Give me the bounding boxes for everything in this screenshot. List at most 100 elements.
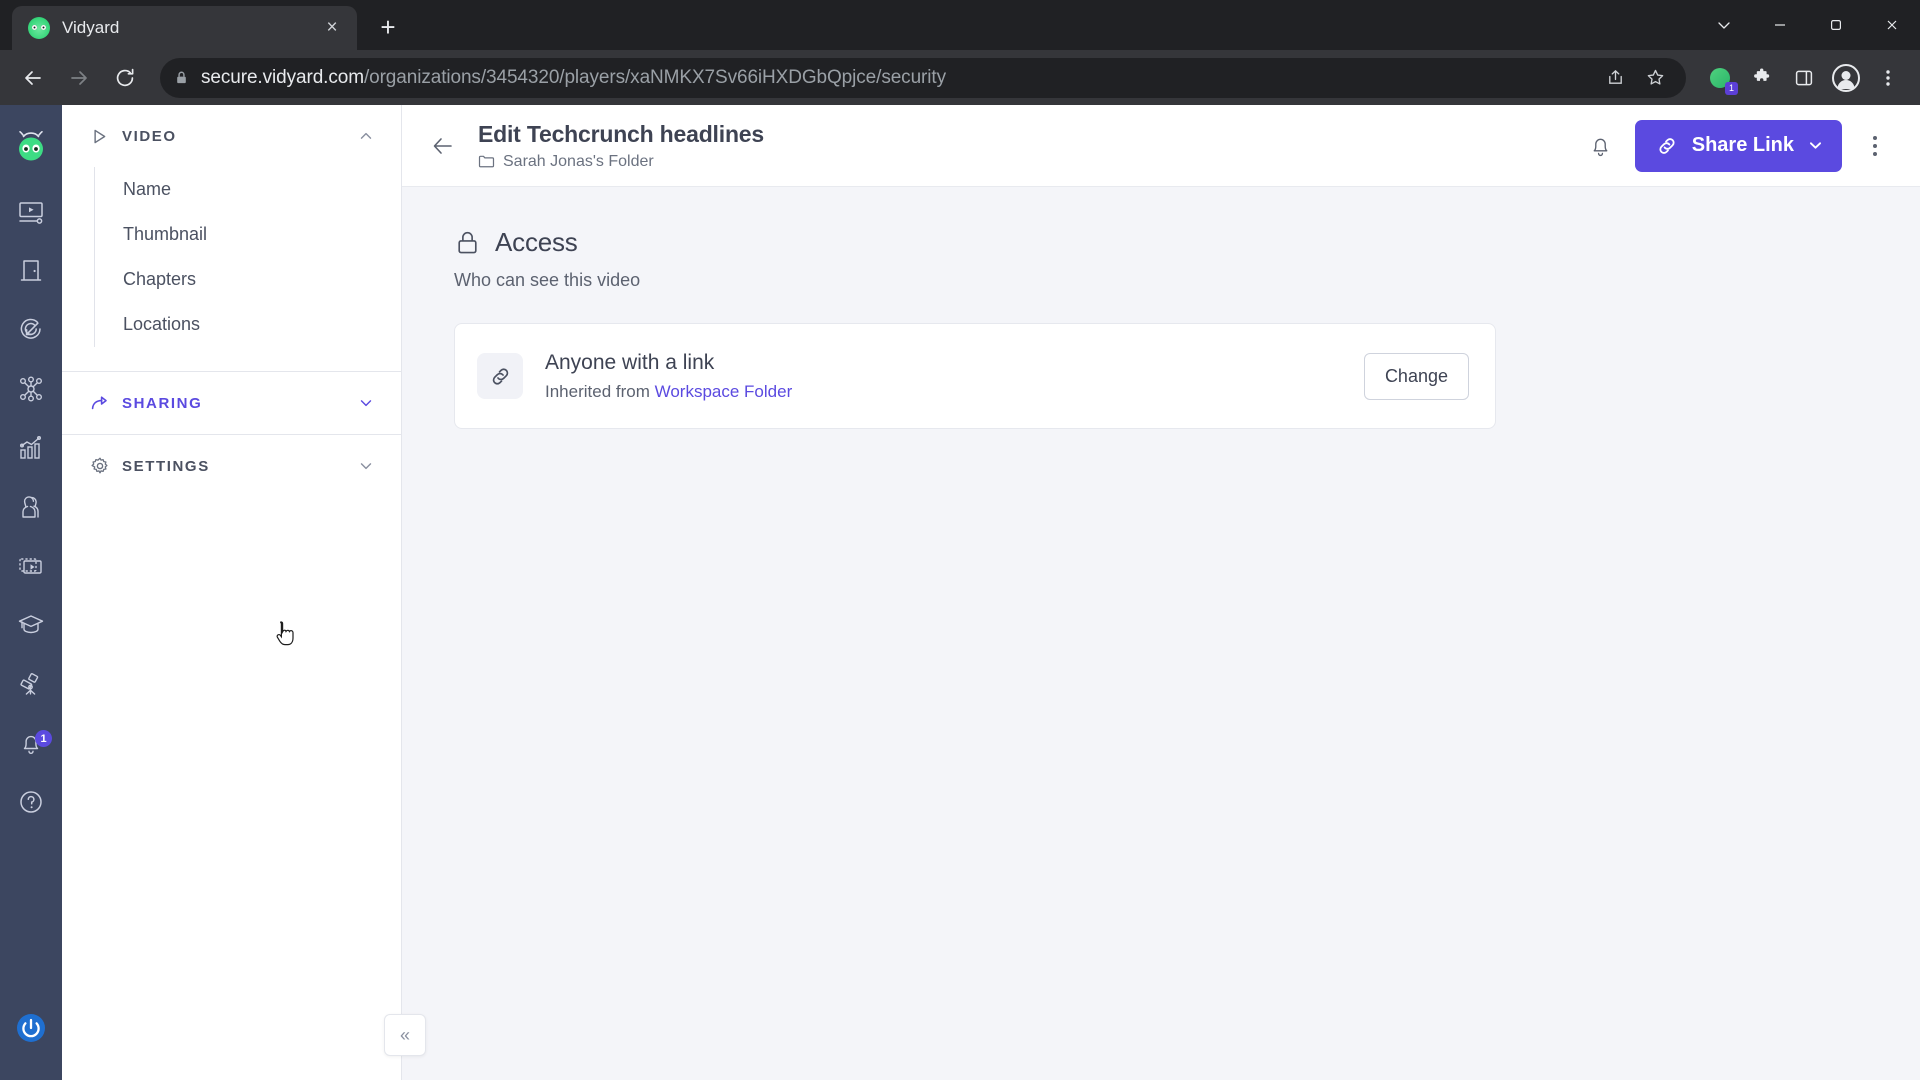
nav-section-sharing: SHARING	[62, 372, 401, 434]
bar-chart-icon	[17, 434, 45, 467]
nav-section-label-settings: SETTINGS	[122, 457, 210, 475]
main-panel: Access Who can see this video Anyone wit…	[402, 187, 1920, 1080]
sidebar-item-rooms[interactable]	[0, 244, 62, 303]
nav-section-header-video[interactable]: VIDEO	[62, 105, 401, 167]
sidebar-item-power[interactable]	[0, 1001, 62, 1060]
lock-icon	[174, 70, 189, 85]
gear-icon	[90, 456, 112, 476]
notifications-bell-icon[interactable]	[1581, 126, 1621, 166]
graduation-cap-icon	[17, 611, 45, 644]
tab-title: Vidyard	[62, 18, 120, 37]
sidebar-item-discover[interactable]	[0, 657, 62, 716]
url-domain: secure.vidyard.com	[201, 66, 364, 88]
workspace-folder-link[interactable]: Workspace Folder	[655, 382, 793, 401]
back-arrow-icon[interactable]	[426, 129, 460, 163]
access-subtitle: Who can see this video	[454, 270, 641, 290]
title-group: Edit Techcrunch headlines Sarah Jonas's …	[478, 121, 764, 171]
sidebar-item-prospecting[interactable]	[0, 303, 62, 362]
target-arrow-icon	[17, 316, 45, 349]
more-options-icon[interactable]	[1856, 127, 1894, 165]
change-access-button[interactable]: Change	[1363, 352, 1469, 400]
access-title: Access	[495, 227, 578, 257]
breadcrumb-folder-name: Sarah Jonas's Folder	[503, 152, 654, 170]
nav-section-label-sharing: SHARING	[122, 394, 203, 412]
nav-item-locations[interactable]: Locations	[123, 302, 401, 347]
sidebar-item-videos[interactable]	[0, 185, 62, 244]
nav-section-header-settings[interactable]: SETTINGS	[62, 435, 401, 497]
close-tab-button[interactable]: ×	[319, 15, 345, 41]
content-area: Edit Techcrunch headlines Sarah Jonas's …	[402, 105, 1920, 1080]
breadcrumb[interactable]: Sarah Jonas's Folder	[478, 153, 764, 171]
telescope-icon	[17, 670, 45, 703]
address-bar[interactable]: secure.vidyard.com/organizations/3454320…	[160, 57, 1686, 98]
sidebar-item-analytics[interactable]	[0, 421, 62, 480]
maximize-window-button[interactable]	[1808, 4, 1864, 46]
new-tab-button[interactable]: +	[367, 6, 409, 48]
share-link-label: Share Link	[1691, 134, 1794, 156]
collapse-panel-button[interactable]: «	[384, 1014, 426, 1056]
vidyard-logo-icon	[28, 17, 50, 39]
chevron-up-icon[interactable]	[357, 127, 375, 145]
link-chain-icon	[477, 353, 523, 399]
play-triangle-icon	[90, 127, 112, 146]
notification-badge-count: 1	[35, 730, 52, 747]
nav-section-header-sharing[interactable]: SHARING	[62, 372, 401, 434]
browser-tab[interactable]: Vidyard ×	[12, 6, 357, 50]
browser-window: Vidyard × + secure.vidyard.com/organizat…	[0, 0, 1920, 1080]
omnibox-actions	[1598, 61, 1672, 95]
nav-section-settings: SETTINGS	[62, 435, 401, 497]
nav-item-name[interactable]: Name	[123, 167, 401, 212]
reload-button[interactable]	[104, 57, 146, 99]
browser-toolbar: secure.vidyard.com/organizations/3454320…	[0, 50, 1920, 105]
chevron-down-icon[interactable]	[357, 394, 375, 412]
close-window-button[interactable]	[1864, 4, 1920, 46]
editor-nav-panel: VIDEO Name Thumbnail Chapters Locations	[62, 105, 426, 1080]
forward-button[interactable]	[58, 57, 100, 99]
url-path: /organizations/3454320/players/xaNMKX7Sv…	[363, 66, 946, 88]
link-icon	[1655, 134, 1679, 158]
nav-section-label-video: VIDEO	[122, 127, 177, 145]
extensions-icon[interactable]: 1	[1700, 58, 1740, 98]
share-link-button[interactable]: Share Link	[1634, 119, 1842, 172]
extension-badge-count: 1	[1725, 81, 1738, 95]
question-mark-icon	[18, 789, 44, 820]
access-card: Anyone with a link Inherited from Worksp…	[454, 323, 1496, 429]
sidebar-item-contacts[interactable]	[0, 480, 62, 539]
inherited-prefix: Inherited from	[545, 381, 655, 401]
minimize-window-button[interactable]	[1752, 4, 1808, 46]
access-card-texts: Anyone with a link Inherited from Worksp…	[545, 351, 792, 402]
power-icon	[14, 1011, 48, 1050]
three-dot-menu-icon[interactable]	[1868, 58, 1908, 98]
nav-section-video: VIDEO Name Thumbnail Chapters Locations	[62, 105, 401, 371]
chevron-down-icon[interactable]	[357, 457, 375, 475]
sidebar-item-learning[interactable]	[0, 598, 62, 657]
window-controls	[1696, 4, 1920, 46]
sidebar-item-integrations[interactable]	[0, 362, 62, 421]
access-level-label: Anyone with a link	[545, 350, 715, 374]
side-panel-icon[interactable]	[1784, 58, 1824, 98]
share-icon[interactable]	[1598, 61, 1632, 95]
folder-icon	[478, 153, 495, 170]
tab-strip: Vidyard × +	[0, 0, 1920, 50]
profile-avatar-icon[interactable]	[1826, 58, 1866, 98]
lock-icon	[454, 229, 481, 256]
toolbar-right-actions: 1	[1700, 58, 1908, 98]
share-arrow-icon	[90, 393, 112, 413]
nav-item-thumbnail[interactable]: Thumbnail	[123, 212, 401, 257]
chevron-down-icon[interactable]	[1696, 4, 1752, 46]
back-button[interactable]	[12, 57, 54, 99]
vidyard-logo[interactable]	[11, 127, 51, 167]
nav-item-chapters[interactable]: Chapters	[123, 257, 401, 302]
star-icon[interactable]	[1638, 61, 1672, 95]
chevron-down-icon[interactable]	[1807, 137, 1824, 154]
puzzle-extensions-icon[interactable]	[1742, 58, 1782, 98]
people-icon	[17, 493, 45, 526]
sidebar-item-help[interactable]	[0, 775, 62, 834]
topbar-actions: Share Link	[1581, 119, 1894, 172]
access-section-header: Access	[454, 227, 1868, 258]
app-page: 1 VIDEO Name Thumbnail Chapters Location…	[0, 105, 1920, 1080]
door-icon	[17, 257, 45, 290]
sidebar-item-notifications[interactable]: 1	[0, 716, 62, 775]
sidebar-item-playlists[interactable]	[0, 539, 62, 598]
access-inherited-text: Inherited from Workspace Folder	[545, 382, 792, 402]
